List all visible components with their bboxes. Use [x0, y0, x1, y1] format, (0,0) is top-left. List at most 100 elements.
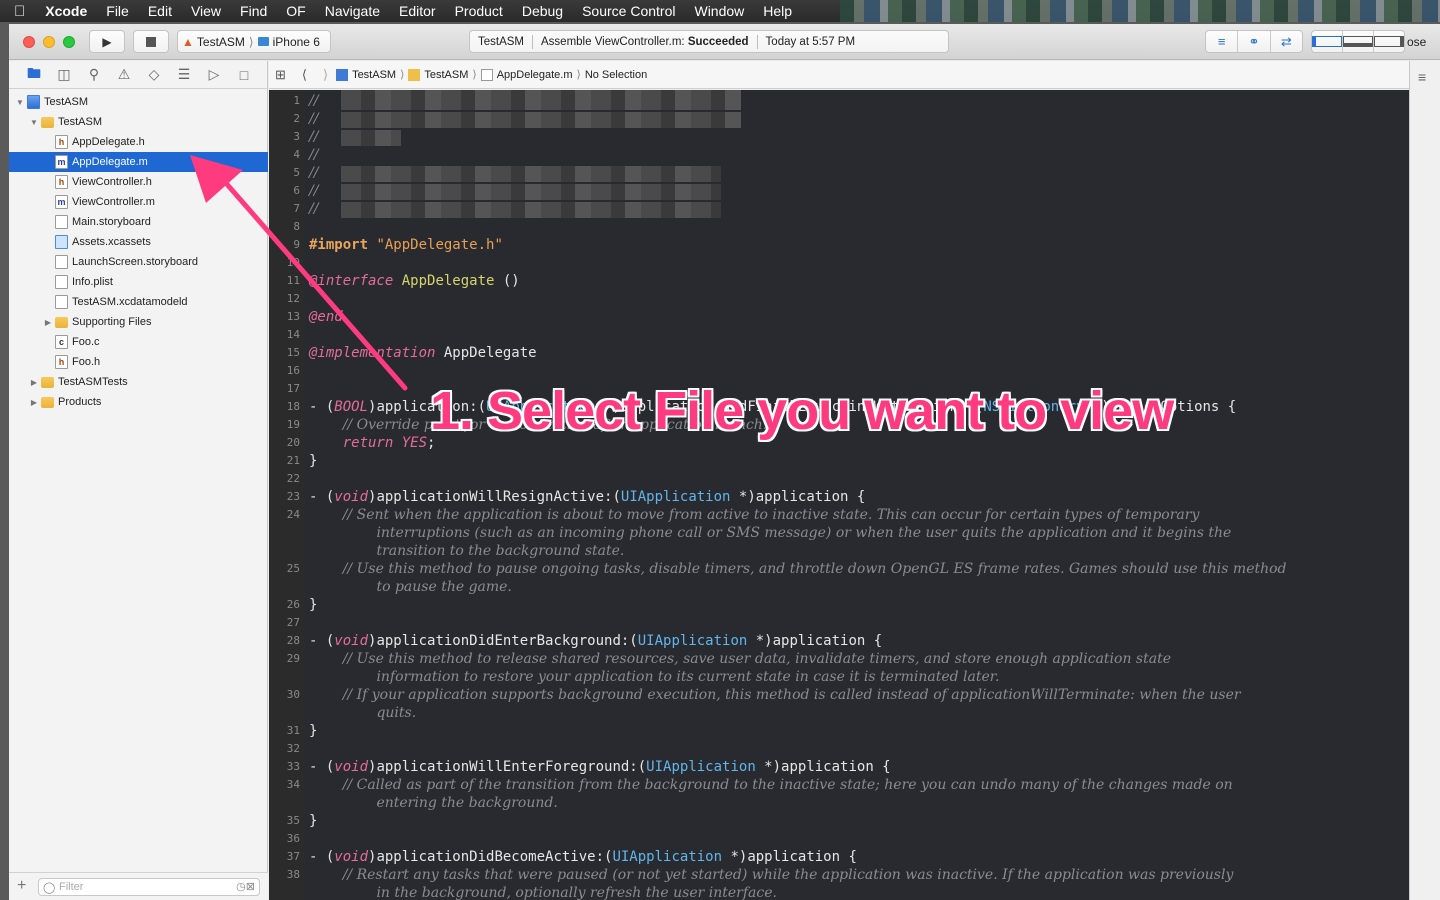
- toggle-utilities-button[interactable]: [1374, 31, 1404, 52]
- code-line[interactable]: #import "AppDelegate.h": [309, 236, 1404, 254]
- code-line[interactable]: quits.: [309, 704, 1404, 722]
- file-tree-item[interactable]: h ViewController.h: [9, 172, 268, 192]
- file-tree-item[interactable]: h Foo.h: [9, 352, 268, 372]
- code-line[interactable]: //: [309, 146, 1404, 164]
- assistant-editor-button[interactable]: ⚭: [1238, 31, 1271, 52]
- code-line[interactable]: }: [309, 452, 1404, 470]
- hierarchy-icon[interactable]: ◫: [49, 66, 79, 83]
- comment-icon[interactable]: □: [229, 67, 259, 83]
- menu-navigate[interactable]: Navigate: [325, 3, 380, 19]
- scheme-selector[interactable]: ▲ TestASM ⟩ iPhone 6: [177, 30, 331, 53]
- toggle-navigator-button[interactable]: [1312, 31, 1343, 52]
- recent-files-icon[interactable]: ◷⊠: [236, 879, 255, 895]
- related-items-icon[interactable]: ⊞: [275, 67, 286, 83]
- minimize-window-button[interactable]: [43, 36, 55, 48]
- breadcrumb-item[interactable]: AppDelegate.m: [480, 68, 573, 81]
- stop-button[interactable]: [133, 30, 169, 53]
- file-tree-item[interactable]: m ViewController.m: [9, 192, 268, 212]
- code-line[interactable]: - (void)applicationDidEnterBackground:(U…: [309, 632, 1404, 650]
- disclosure-closed-icon[interactable]: ▶: [29, 378, 39, 387]
- add-icon[interactable]: +: [17, 877, 26, 895]
- breadcrumb-item[interactable]: TestASM: [408, 68, 468, 81]
- code-line[interactable]: // Use this method to pause ongoing task…: [309, 560, 1404, 578]
- close-window-button[interactable]: [23, 36, 35, 48]
- file-tree-item[interactable]: h AppDelegate.h: [9, 132, 268, 152]
- code-line[interactable]: interruptions (such as an incoming phone…: [309, 524, 1404, 542]
- code-line[interactable]: entering the background.: [309, 794, 1404, 812]
- code-line[interactable]: in the background, optionally refresh th…: [309, 884, 1404, 900]
- menu-find[interactable]: Find: [240, 3, 267, 19]
- code-line[interactable]: }: [309, 722, 1404, 740]
- code-line[interactable]: // If your application supports backgrou…: [309, 686, 1404, 704]
- breadcrumb-item[interactable]: No Selection: [585, 69, 647, 81]
- menu-source-control[interactable]: Source Control: [582, 3, 675, 19]
- list-icon[interactable]: ☰: [169, 66, 199, 83]
- disclosure-open-icon[interactable]: ▼: [15, 98, 25, 107]
- tag-icon[interactable]: ▷: [199, 66, 229, 83]
- code-line[interactable]: - (void)applicationDidBecomeActive:(UIAp…: [309, 848, 1404, 866]
- zoom-window-button[interactable]: [63, 36, 75, 48]
- diamond-icon[interactable]: ◇: [139, 66, 169, 83]
- code-line[interactable]: - (void)applicationWillEnterForeground:(…: [309, 758, 1404, 776]
- menu-edit[interactable]: Edit: [148, 3, 172, 19]
- file-tree-item[interactable]: Assets.xcassets: [9, 232, 268, 252]
- file-tree-item[interactable]: Info.plist: [9, 272, 268, 292]
- file-tree-item[interactable]: LaunchScreen.storyboard: [9, 252, 268, 272]
- redacted-header-comment: [341, 112, 741, 128]
- code-line[interactable]: information to restore your application …: [309, 668, 1404, 686]
- code-line[interactable]: transition to the background state.: [309, 542, 1404, 560]
- code-line[interactable]: }: [309, 812, 1404, 830]
- run-button[interactable]: ▶: [89, 30, 125, 53]
- file-tree-item[interactable]: TestASM.xcdatamodeld: [9, 292, 268, 312]
- code-line[interactable]: @interface AppDelegate (): [309, 272, 1404, 290]
- standard-editor-button[interactable]: ≡: [1206, 31, 1239, 52]
- menu-view[interactable]: View: [191, 3, 221, 19]
- code-line[interactable]: - (void)applicationWillResignActive:(UIA…: [309, 488, 1404, 506]
- toggle-debug-area-button[interactable]: [1343, 31, 1374, 52]
- search-icon[interactable]: ⚲: [79, 66, 109, 83]
- filter-icon: ◯: [43, 882, 56, 894]
- apple-icon[interactable]: : [14, 3, 25, 20]
- xcode-app-icon: ▲: [182, 34, 194, 49]
- file-tree-item[interactable]: Main.storyboard: [9, 212, 268, 232]
- breadcrumb-item[interactable]: TestASM: [336, 68, 396, 81]
- file-tree-item[interactable]: c Foo.c: [9, 332, 268, 352]
- source-editor[interactable]: 1 2 3 4 5 6 7 8 9 10 11 12 13 14 15 16 17 18 19 20 21 22 23 24 2…: [269, 90, 1409, 900]
- code-line[interactable]: to pause the game.: [309, 578, 1404, 596]
- menu-debug[interactable]: Debug: [522, 3, 563, 19]
- folder-icon[interactable]: 🖿: [19, 63, 49, 87]
- menu-app-name[interactable]: Xcode: [45, 3, 87, 19]
- version-editor-button[interactable]: ⇄: [1271, 31, 1302, 52]
- close-tab-label[interactable]: ose: [1407, 30, 1440, 53]
- line-number: 12: [286, 292, 300, 305]
- file-tree-item[interactable]: ▶ Products: [9, 392, 268, 412]
- file-tree-item[interactable]: ▼ TestASM: [9, 92, 268, 112]
- menu-help[interactable]: Help: [763, 3, 792, 19]
- code-line[interactable]: }: [309, 596, 1404, 614]
- menu-editor[interactable]: Editor: [399, 3, 436, 19]
- menu-of[interactable]: OF: [286, 3, 305, 19]
- navigator-tabs: 🖿 ◫ ⚲ ⚠ ◇ ☰ ▷ □: [9, 61, 267, 89]
- menu-product[interactable]: Product: [455, 3, 503, 19]
- forward-button[interactable]: ⟩: [323, 67, 328, 83]
- file-tree-item[interactable]: ▶ TestASMTests: [9, 372, 268, 392]
- menu-file[interactable]: File: [106, 3, 129, 19]
- file-tree-item[interactable]: ▶ Supporting Files: [9, 312, 268, 332]
- code-line[interactable]: // Restart any tasks that were paused (o…: [309, 866, 1404, 884]
- lines-icon[interactable]: ≡: [1418, 69, 1426, 85]
- warning-icon[interactable]: ⚠: [109, 66, 139, 83]
- file-tree-item[interactable]: m AppDelegate.m: [9, 152, 268, 172]
- code-line[interactable]: //: [309, 128, 1404, 146]
- filter-input[interactable]: ◯ Filter ◷⊠: [38, 878, 260, 896]
- code-line[interactable]: @implementation AppDelegate: [309, 344, 1404, 362]
- disclosure-closed-icon[interactable]: ▶: [43, 318, 53, 327]
- code-line[interactable]: // Called as part of the transition from…: [309, 776, 1404, 794]
- file-tree-item[interactable]: ▼ TestASM: [9, 112, 268, 132]
- code-line[interactable]: // Sent when the application is about to…: [309, 506, 1404, 524]
- menu-window[interactable]: Window: [694, 3, 744, 19]
- disclosure-closed-icon[interactable]: ▶: [29, 398, 39, 407]
- back-button[interactable]: ⟨: [302, 67, 307, 83]
- code-line[interactable]: // Use this method to release shared res…: [309, 650, 1404, 668]
- disclosure-open-icon[interactable]: ▼: [29, 118, 39, 127]
- code-line[interactable]: @end: [309, 308, 1404, 326]
